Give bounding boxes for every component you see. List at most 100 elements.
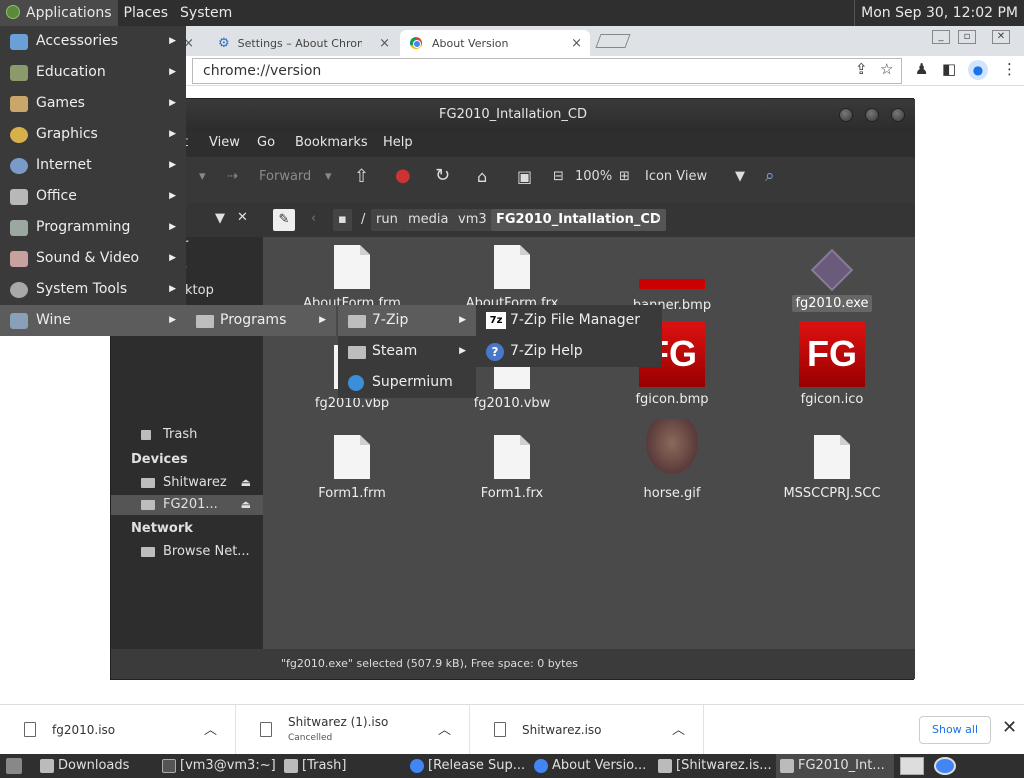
menu-item-7zip-file-manager[interactable]: 7z 7-Zip File Manager — [476, 305, 662, 336]
menu-item-supermium[interactable]: Supermium — [338, 367, 476, 398]
menu-bookmarks[interactable]: Bookmarks — [295, 135, 368, 150]
forward-dropdown-icon[interactable]: ▾ — [325, 169, 332, 184]
breadcrumb-right-icon[interactable]: › — [655, 211, 660, 226]
places-menu[interactable]: Places — [118, 0, 175, 26]
menu-item-7zip[interactable]: 7-Zip ▶ — [338, 305, 476, 336]
close-sidebar-icon[interactable]: ✕ — [237, 210, 248, 225]
task-about-version[interactable]: About Versio... — [530, 754, 648, 778]
profile-avatar[interactable]: ● — [968, 60, 988, 80]
minimize-button[interactable]: _ — [932, 30, 950, 44]
file-item-selected[interactable]: fg2010.exe — [757, 245, 907, 312]
computer-icon[interactable]: ▣ — [517, 167, 532, 186]
download-item[interactable]: Shitwarez.iso ︿ — [470, 705, 704, 755]
edit-location-icon[interactable]: ✎ — [273, 209, 295, 231]
applications-menu[interactable]: Applications — [0, 0, 118, 26]
file-item[interactable]: FG fgicon.ico — [757, 321, 907, 408]
task-shitwarez[interactable]: [Shitwarez.is... — [654, 754, 772, 778]
chevron-up-icon[interactable]: ︿ — [204, 719, 217, 738]
file-item[interactable]: AboutForm.frx — [437, 245, 587, 312]
more-menu-icon[interactable]: ⋮ — [1002, 60, 1017, 78]
forward-button[interactable]: Forward — [259, 169, 311, 184]
side-panel-icon[interactable]: ◧ — [942, 60, 956, 78]
menu-item-accessories[interactable]: Accessories ▶ — [0, 26, 186, 57]
clock[interactable]: Mon Sep 30, 12:02 PM — [854, 0, 1024, 26]
menu-item-sound-video[interactable]: Sound & Video ▶ — [0, 243, 186, 274]
home-icon[interactable]: ⌂ — [477, 167, 487, 186]
sidebar-item-fg2010[interactable]: FG201... ⏏ — [111, 495, 263, 515]
window-title[interactable]: FG2010_Intallation_CD — [111, 99, 915, 131]
breadcrumb-root[interactable]: / — [361, 212, 365, 227]
download-item[interactable]: fg2010.iso ︿ — [0, 705, 236, 755]
menu-item-office[interactable]: Office ▶ — [0, 181, 186, 212]
stop-icon[interactable]: ● — [395, 165, 411, 186]
sidebar-item-browse-network[interactable]: Browse Net... — [111, 542, 263, 562]
sidebar-dropdown-icon[interactable]: ▼ — [215, 211, 225, 226]
address-bar[interactable]: chrome://version — [192, 58, 902, 84]
tab-about-version[interactable]: About Version × — [400, 30, 590, 56]
file-item[interactable]: AboutForm.frm — [277, 245, 427, 312]
forward-icon[interactable]: ⇢ — [227, 169, 238, 184]
close-icon[interactable]: ✕ — [1002, 717, 1017, 738]
back-dropdown-icon[interactable]: ▾ — [199, 169, 206, 184]
task-release-sup[interactable]: [Release Sup... — [406, 754, 524, 778]
breadcrumb-drive-icon[interactable]: ▪ — [333, 209, 352, 231]
menu-item-games[interactable]: Games ▶ — [0, 88, 186, 119]
menu-item-programming[interactable]: Programming ▶ — [0, 212, 186, 243]
file-item[interactable]: Form1.frm — [277, 435, 427, 502]
menu-item-wine[interactable]: Wine ▶ — [0, 305, 186, 336]
sidebar-desktop-partial[interactable]: ktop — [185, 283, 214, 298]
tab-close-icon[interactable]: × — [379, 36, 390, 51]
maximize-button[interactable]: ▫ — [958, 30, 976, 44]
file-item[interactable]: MSSCCPRJ.SCC — [757, 435, 907, 502]
menu-go[interactable]: Go — [257, 135, 275, 150]
bookmark-star-icon[interactable]: ☆ — [880, 60, 893, 78]
workspace-switcher[interactable] — [900, 757, 924, 775]
show-all-button[interactable]: Show all — [919, 716, 991, 744]
reload-icon[interactable]: ↻ — [435, 165, 450, 186]
menu-item-system-tools[interactable]: System Tools ▶ — [0, 274, 186, 305]
show-desktop-icon[interactable] — [6, 758, 22, 774]
breadcrumb-media[interactable]: media — [403, 209, 454, 231]
menu-item-graphics[interactable]: Graphics ▶ — [0, 119, 186, 150]
menu-item-education[interactable]: Education ▶ — [0, 57, 186, 88]
file-item[interactable]: horse.gif — [597, 419, 747, 502]
close-window-button[interactable]: ✕ — [992, 30, 1010, 44]
up-icon[interactable]: ⇧ — [354, 166, 369, 187]
maximize-button[interactable] — [865, 108, 879, 122]
system-menu[interactable]: System — [174, 0, 238, 26]
close-button[interactable] — [891, 108, 905, 122]
task-trash[interactable]: [Trash] — [280, 754, 398, 778]
extension-icon[interactable]: ♟ — [915, 60, 928, 78]
search-icon[interactable]: ⌕ — [765, 166, 775, 186]
task-fg2010[interactable]: FG2010_Int... — [776, 754, 894, 778]
view-mode-select[interactable]: Icon View — [645, 169, 707, 184]
chevron-up-icon[interactable]: ︿ — [438, 719, 451, 738]
menu-item-7zip-help[interactable]: ? 7-Zip Help — [476, 336, 662, 367]
view-mode-dropdown-icon[interactable]: ▼ — [735, 169, 745, 184]
task-downloads[interactable]: Downloads — [36, 754, 154, 778]
zoom-out-icon[interactable]: ⊟ — [553, 169, 564, 184]
menu-view[interactable]: View — [209, 135, 240, 150]
eject-icon[interactable]: ⏏ — [241, 495, 251, 515]
breadcrumb-left-icon[interactable]: ‹ — [311, 211, 316, 226]
sidebar-item-shitwarez[interactable]: Shitwarez ⏏ — [111, 473, 263, 493]
file-item[interactable]: banner.bmp — [597, 245, 747, 314]
chevron-up-icon[interactable]: ︿ — [672, 719, 685, 738]
chrome-tray-icon[interactable] — [934, 757, 956, 775]
breadcrumb-current[interactable]: FG2010_Intallation_CD — [491, 209, 666, 231]
task-terminal[interactable]: [vm3@vm3:~] — [158, 754, 276, 778]
menu-item-steam[interactable]: Steam ▶ — [338, 336, 476, 367]
file-item[interactable]: Form1.frx — [437, 435, 587, 502]
breadcrumb-run[interactable]: run — [371, 209, 403, 231]
share-icon[interactable]: ⇪ — [855, 60, 868, 78]
new-tab-button[interactable] — [595, 34, 631, 48]
tab-settings[interactable]: ⚙ Settings – About Chrom × — [208, 30, 398, 56]
minimize-button[interactable] — [839, 108, 853, 122]
menu-item-internet[interactable]: Internet ▶ — [0, 150, 186, 181]
sidebar-item-trash[interactable]: Trash — [111, 425, 263, 445]
tab-close-icon[interactable]: × — [571, 36, 582, 51]
eject-icon[interactable]: ⏏ — [241, 473, 251, 493]
download-item[interactable]: Shitwarez (1).iso Cancelled ︿ — [236, 705, 470, 755]
zoom-in-icon[interactable]: ⊞ — [619, 169, 630, 184]
breadcrumb-vm3[interactable]: vm3 — [453, 209, 492, 231]
